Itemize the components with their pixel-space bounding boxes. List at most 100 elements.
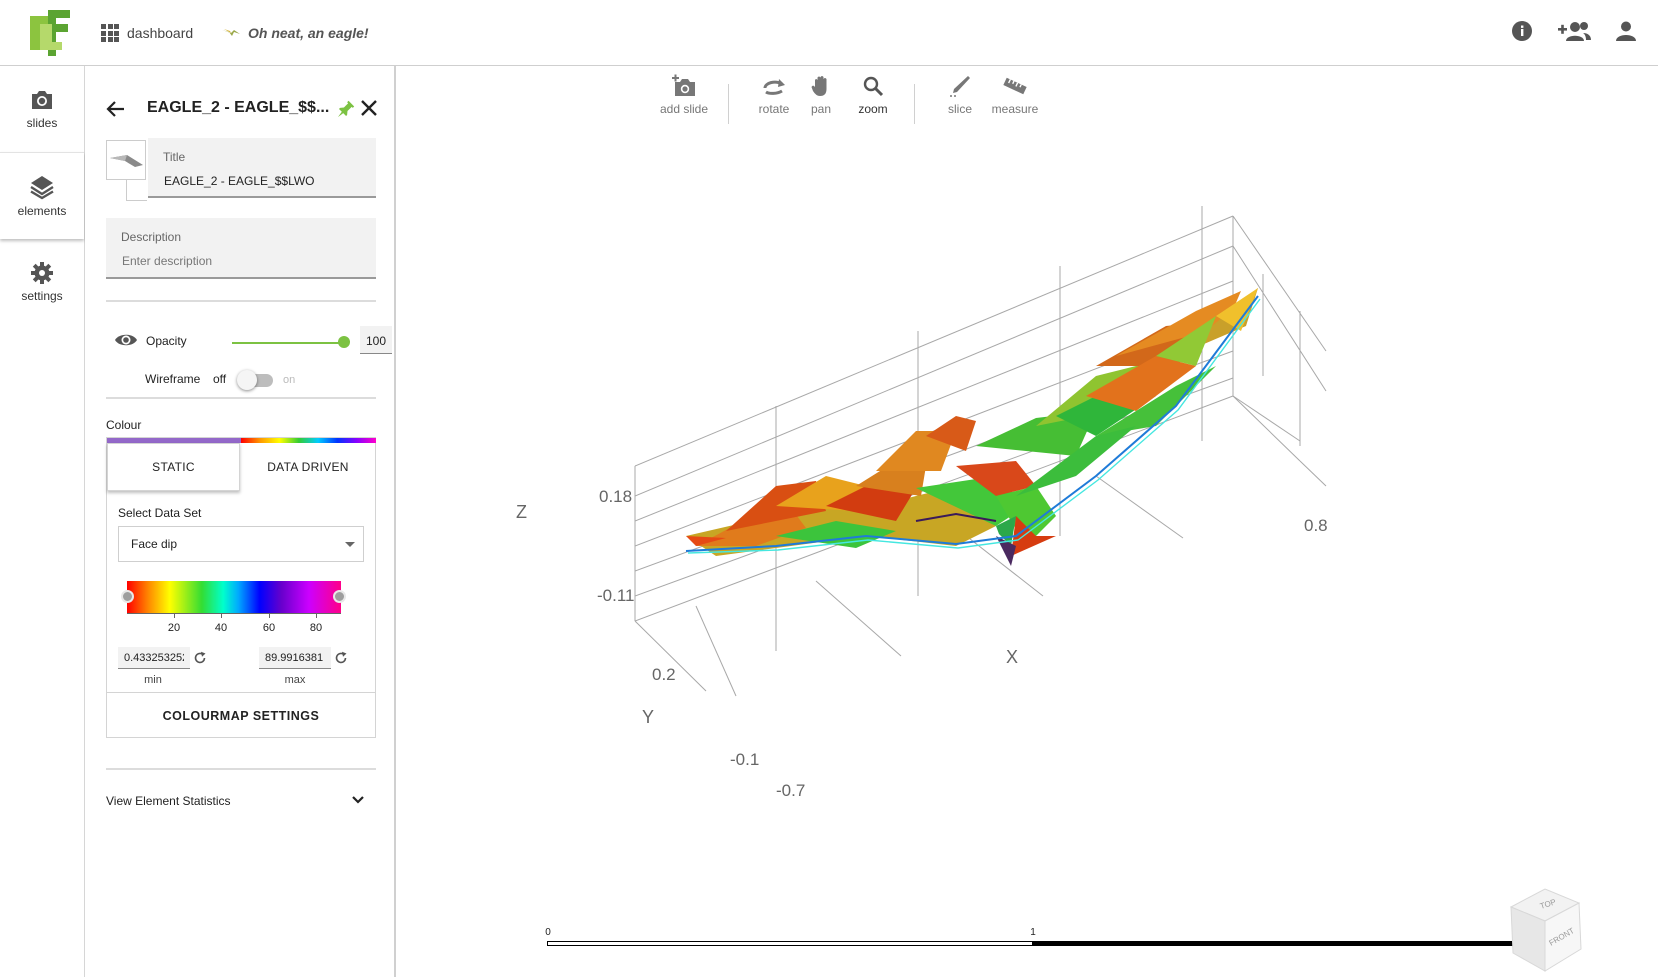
colour-section: STATIC DATA DRIVEN Select Data Set Face …	[106, 437, 376, 738]
wireframe-toggle[interactable]	[237, 370, 257, 390]
dashboard-link[interactable]: dashboard	[101, 23, 193, 43]
info-icon[interactable]	[1510, 19, 1534, 43]
colormap-axis	[127, 613, 341, 614]
rail-item-elements[interactable]: elements	[0, 152, 84, 239]
colormap-tick	[316, 613, 317, 618]
toolbar-separator	[728, 84, 729, 124]
rotate-icon	[763, 79, 785, 95]
3d-scene[interactable]: Z X Y 0.18 -0.11 0.8 0.2 -0.1 -0.7	[396, 66, 1658, 977]
wireframe-off-label: off	[213, 372, 227, 386]
rail-label-slides: slides	[26, 116, 58, 130]
add-camera-icon	[672, 74, 695, 96]
tool-label: rotate	[758, 102, 790, 116]
tool-label: pan	[810, 102, 832, 116]
divider	[106, 397, 376, 399]
scale-label: 1	[1030, 927, 1036, 938]
dataset-select-value: Face dip	[131, 537, 178, 551]
rail-label-settings: settings	[21, 289, 63, 303]
colour-label: Colour	[106, 418, 142, 432]
slice-icon	[950, 76, 970, 97]
select-dataset-label: Select Data Set	[118, 506, 202, 520]
dashboard-label: dashboard	[127, 25, 194, 41]
pin-icon[interactable]	[333, 98, 357, 122]
chevron-down-icon	[345, 542, 355, 547]
divider	[106, 768, 376, 770]
element-thumbnail[interactable]	[106, 140, 146, 180]
title-field-label: Title	[163, 150, 186, 164]
tick-label: -0.1	[730, 750, 759, 769]
tick-label: 0.18	[599, 487, 632, 506]
project-name: Oh neat, an eagle!	[248, 25, 369, 41]
close-icon[interactable]	[359, 98, 379, 118]
title-field[interactable]: Title	[148, 138, 376, 198]
scale-label: 0	[545, 927, 551, 938]
tool-add-slide[interactable]: add slide	[656, 74, 712, 116]
min-label: min	[144, 674, 162, 686]
description-field[interactable]: Description	[106, 218, 376, 279]
axis-label-x: X	[1006, 647, 1018, 667]
thumbnail-connector	[126, 180, 147, 201]
wireframe-on-label: on	[283, 374, 296, 386]
scale-bar: 0 1 2	[545, 927, 1520, 957]
max-value-input[interactable]	[259, 647, 331, 669]
view-element-statistics[interactable]: View Element Statistics	[106, 788, 376, 814]
left-rail: slides elements settings	[0, 66, 85, 977]
tick-label: 0.2	[652, 665, 676, 684]
lf-logo-icon[interactable]	[22, 10, 70, 56]
opacity-label: Opacity	[146, 334, 187, 348]
eagle-mesh	[685, 288, 1261, 566]
tab-data-driven[interactable]: DATA DRIVEN	[241, 443, 375, 491]
dataset-select[interactable]: Face dip	[118, 526, 364, 562]
camera-icon	[32, 91, 52, 109]
colormap-tick-label: 40	[214, 622, 228, 634]
rail-item-settings[interactable]: settings	[0, 239, 84, 325]
tick-label: -0.7	[776, 781, 805, 800]
tool-slice[interactable]: slice	[932, 74, 988, 116]
tool-measure[interactable]: measure	[987, 74, 1043, 116]
opacity-row: Opacity 100	[114, 326, 392, 358]
colormap-max-handle[interactable]	[333, 590, 346, 603]
tool-zoom[interactable]: zoom	[845, 74, 901, 116]
magnifier-icon	[863, 76, 884, 97]
divider	[106, 300, 376, 302]
wireframe-label: Wireframe	[145, 372, 201, 386]
opacity-slider-thumb[interactable]	[338, 336, 350, 348]
title-input[interactable]	[164, 174, 334, 188]
colormap-min-handle[interactable]	[121, 590, 134, 603]
scale-segment	[547, 941, 1033, 946]
description-field-label: Description	[121, 230, 182, 244]
axis-label-z: Z	[516, 502, 527, 522]
tab-static[interactable]: STATIC	[107, 443, 240, 491]
rail-item-slides[interactable]: slides	[0, 66, 84, 152]
layers-icon	[30, 176, 54, 200]
3d-viewer[interactable]: Z X Y 0.18 -0.11 0.8 0.2 -0.1 -0.7 add s…	[396, 66, 1658, 977]
top-bar: dashboard Oh neat, an eagle!	[0, 0, 1658, 66]
eye-icon[interactable]	[114, 332, 138, 348]
ruler-icon	[1003, 77, 1027, 95]
reset-min-icon[interactable]	[193, 651, 207, 665]
tool-pan[interactable]: pan	[793, 74, 849, 116]
tool-label: add slide	[659, 102, 709, 116]
colormap-tick-label: 80	[309, 622, 323, 634]
axis-grid	[634, 206, 1327, 697]
opacity-slider-track[interactable]	[232, 342, 344, 344]
account-icon[interactable]	[1614, 19, 1638, 43]
colourmap-settings-button[interactable]: COLOURMAP SETTINGS	[107, 692, 375, 739]
eagle-icon	[222, 29, 240, 36]
colormap-tick-label: 60	[262, 622, 276, 634]
axis-label-y: Y	[642, 707, 654, 727]
tool-label: zoom	[858, 102, 888, 116]
min-value-input[interactable]	[118, 647, 190, 669]
reset-max-icon[interactable]	[334, 651, 348, 665]
back-arrow-icon[interactable]	[105, 98, 127, 120]
colormap-tick	[221, 613, 222, 618]
apps-grid-icon	[101, 24, 119, 42]
wireframe-row: Wireframe off on	[145, 368, 325, 392]
add-user-icon[interactable]	[1556, 19, 1592, 43]
element-panel: EAGLE_2 - EAGLE_$$... Title Description …	[85, 66, 396, 977]
navigation-cube[interactable]: TOP FRONT	[1501, 881, 1591, 977]
toolbar-separator	[914, 84, 915, 124]
hand-icon	[811, 76, 827, 96]
opacity-value-input[interactable]: 100	[360, 326, 392, 354]
description-input[interactable]	[122, 254, 292, 268]
